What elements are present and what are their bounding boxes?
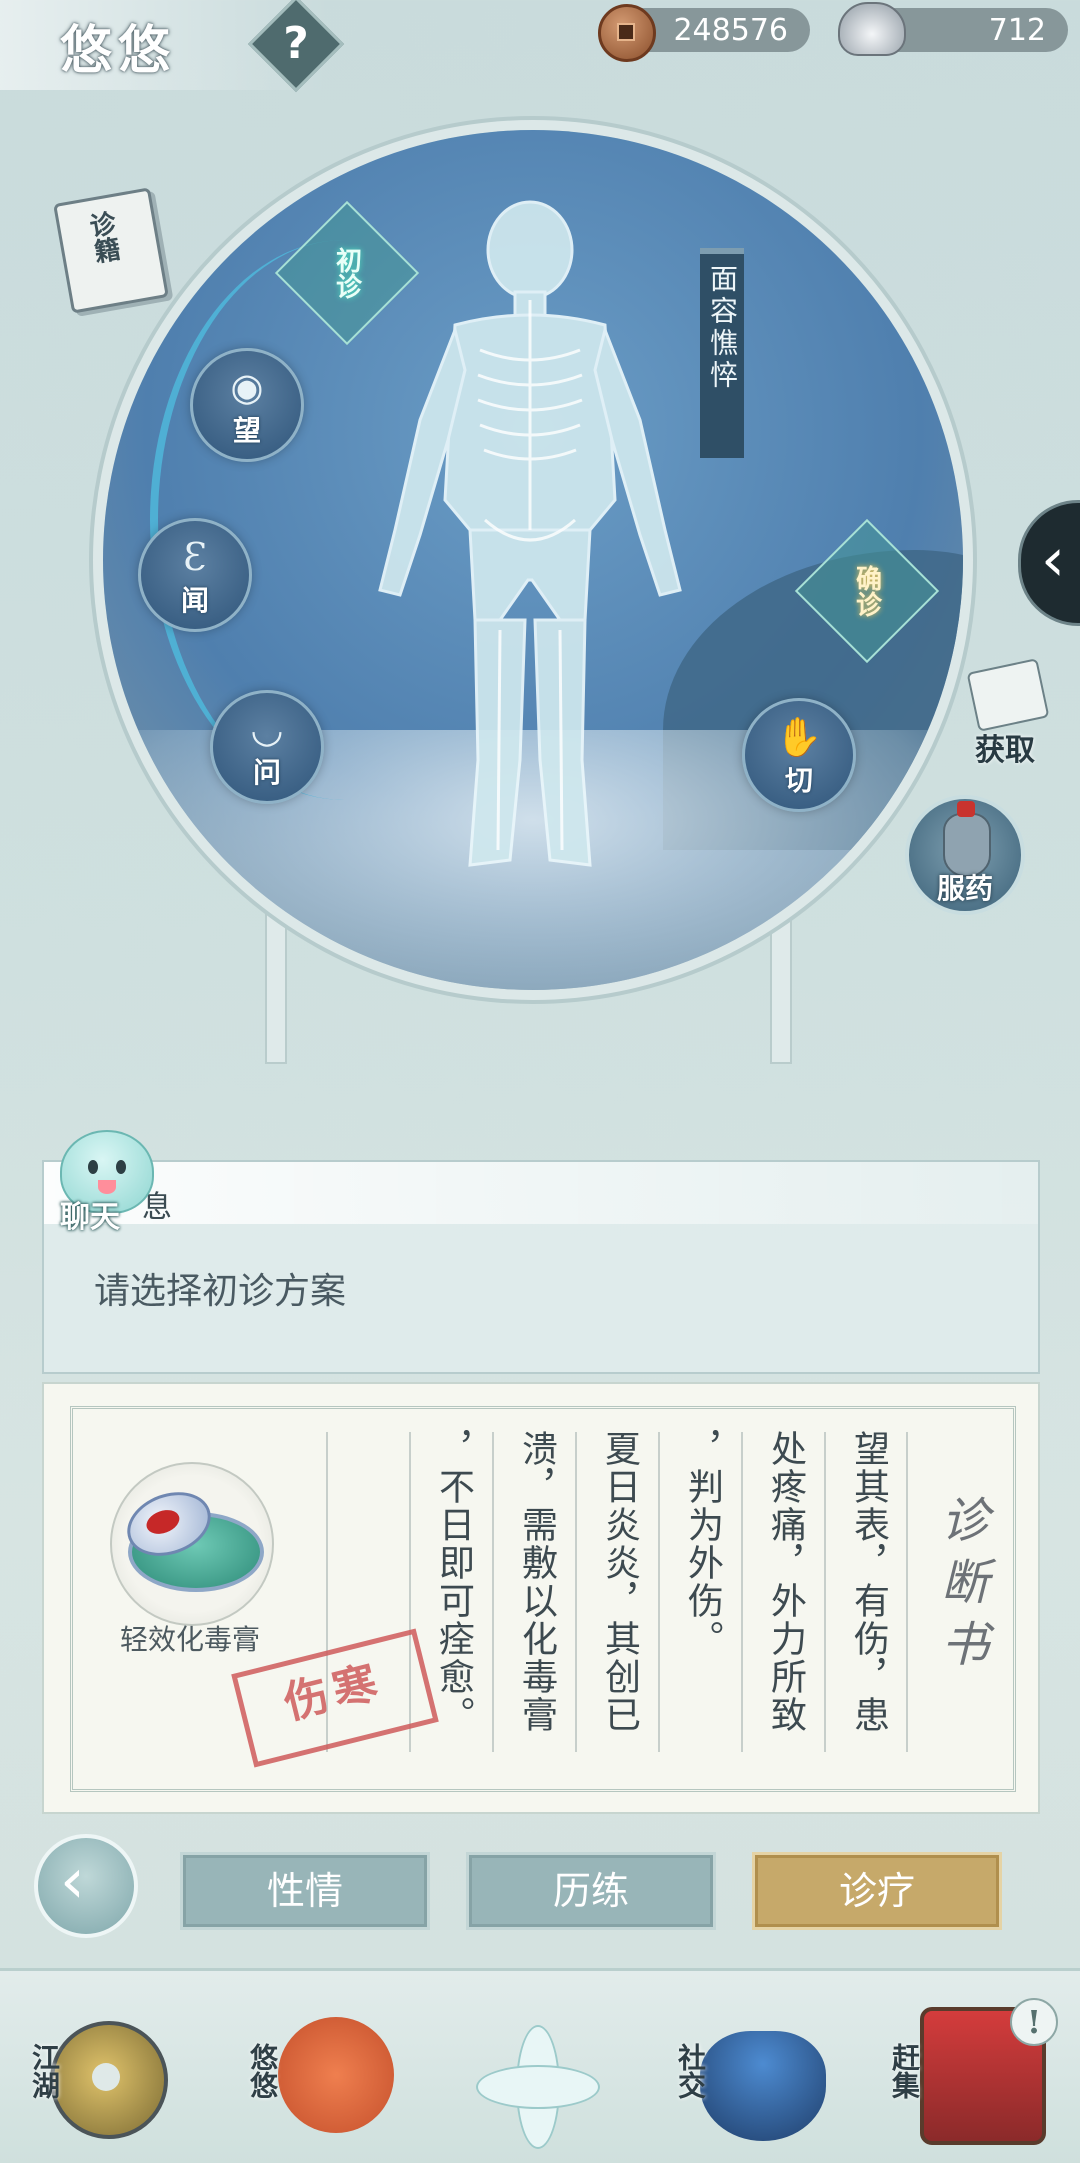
listen-label: 闻 bbox=[180, 584, 209, 617]
silver-counter[interactable]: 712 bbox=[838, 2, 1068, 56]
column-divider bbox=[824, 1432, 826, 1752]
top-bar: 悠悠 ? 248576 712 bbox=[0, 0, 1080, 93]
look-button[interactable]: ◉ 望 bbox=[190, 348, 304, 462]
silver-ingot-icon bbox=[838, 2, 906, 56]
diagnosis-line: 夏日炎炎，其创已 bbox=[599, 1430, 640, 1734]
tab-treatment[interactable]: 诊疗 bbox=[752, 1852, 1002, 1930]
chevron-left-icon: ‹ bbox=[1041, 525, 1065, 595]
diagnosis-line: 处疼痛，外力所致 bbox=[765, 1430, 806, 1734]
ask-button[interactable]: ◡ 问 bbox=[210, 690, 324, 804]
silver-value: 712 bbox=[988, 13, 1046, 48]
message-header bbox=[44, 1162, 1038, 1224]
listen-button[interactable]: Ɛ 闻 bbox=[138, 518, 252, 632]
lips-icon: ◡ bbox=[250, 707, 284, 751]
body-figure[interactable] bbox=[360, 200, 700, 880]
message-panel: 息 请选择初诊方案 bbox=[42, 1160, 1040, 1374]
pulse-label: 切 bbox=[784, 764, 813, 797]
message-text: 请选择初诊方案 bbox=[94, 1271, 347, 1312]
alert-badge[interactable]: ! bbox=[1010, 1998, 1058, 2046]
diagnosis-line: 望其表，有伤，患 bbox=[848, 1430, 889, 1734]
ask-label: 问 bbox=[252, 756, 281, 789]
chat-button[interactable]: 聊天 bbox=[48, 1130, 158, 1240]
coin-counter[interactable]: 248576 bbox=[598, 4, 810, 62]
obtain-label: 获取 bbox=[975, 733, 1035, 768]
remedy-name: 轻效化毒膏 bbox=[119, 1623, 260, 1656]
tab-experience[interactable]: 历练 bbox=[466, 1852, 716, 1930]
ear-icon: Ɛ bbox=[183, 535, 207, 579]
back-arrow-icon: ‹ bbox=[60, 1844, 85, 1917]
tab-temperament[interactable]: 性情 bbox=[180, 1852, 430, 1930]
copper-coin-icon bbox=[598, 4, 656, 62]
confirm-diagnosis-label: 确诊 bbox=[851, 565, 882, 617]
symptom-banner: 面容憔悴 bbox=[700, 248, 744, 458]
pulse-button[interactable]: ✋ 切 bbox=[742, 698, 856, 812]
medical-record-button[interactable]: 诊籍 bbox=[53, 187, 169, 314]
nav-market[interactable]: 赶集 bbox=[0, 1971, 1080, 2163]
coin-value: 248576 bbox=[673, 13, 788, 48]
side-drawer-toggle[interactable]: ‹ bbox=[1018, 500, 1080, 626]
diagnosis-line: 溃，需敷以化毒膏 bbox=[516, 1430, 557, 1734]
diagnosis-title: 诊断书 bbox=[932, 1495, 988, 1681]
look-label: 望 bbox=[232, 414, 261, 447]
help-icon: ? bbox=[283, 18, 309, 69]
remedy-item[interactable] bbox=[110, 1462, 274, 1626]
column-divider bbox=[575, 1432, 577, 1752]
column-divider bbox=[906, 1432, 908, 1752]
chat-label: 聊天 bbox=[60, 1200, 120, 1235]
column-divider bbox=[492, 1432, 494, 1752]
eye-icon: ◉ bbox=[230, 365, 264, 409]
obtain-button[interactable]: 获取 bbox=[960, 658, 1050, 768]
hand-icon: ✋ bbox=[775, 715, 823, 759]
page-title: 悠悠 bbox=[60, 20, 177, 81]
scroll-icon bbox=[966, 658, 1050, 732]
back-button[interactable]: ‹ bbox=[34, 1834, 138, 1938]
bottom-nav: 江湖 悠悠 社交 赶集 bbox=[0, 1968, 1080, 2163]
take-medicine-button[interactable]: 服药 bbox=[905, 795, 1025, 915]
take-medicine-label: 服药 bbox=[936, 872, 993, 905]
initial-diagnosis-label: 初诊 bbox=[331, 247, 362, 299]
column-divider bbox=[658, 1432, 660, 1752]
column-divider bbox=[741, 1432, 743, 1752]
diagnosis-line: ，判为外伤。 bbox=[682, 1430, 723, 1658]
medical-record-label: 诊籍 bbox=[83, 209, 122, 266]
nav-market-label: 赶集 bbox=[888, 2043, 921, 2099]
